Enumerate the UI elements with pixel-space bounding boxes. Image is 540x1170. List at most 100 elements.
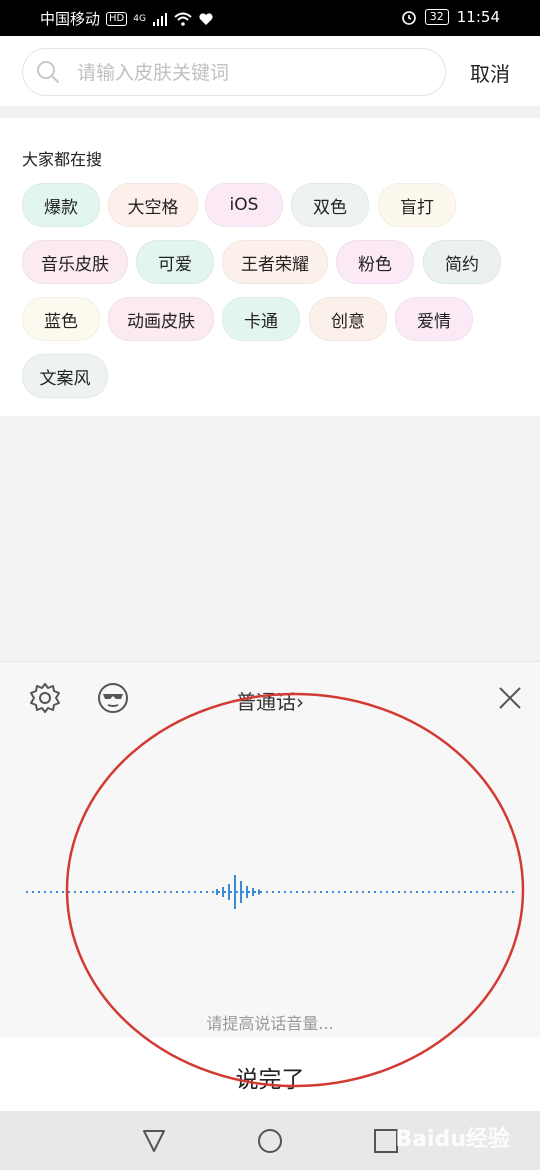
tag-wangzhe[interactable]: 王者荣耀 [222, 240, 328, 284]
waveform-dot [428, 891, 430, 893]
tag-shuangse[interactable]: 双色 [291, 183, 369, 227]
waveform-dot [452, 891, 454, 893]
tag-fense[interactable]: 粉色 [336, 240, 414, 284]
battery-indicator: 32 [424, 9, 449, 25]
waveform-dot [38, 891, 40, 893]
heart-icon [199, 12, 213, 25]
waveform-dot [224, 891, 226, 893]
waveform-dot [392, 891, 394, 893]
waveform-spike [234, 875, 236, 909]
waveform-dot [284, 891, 286, 893]
waveform-dot [128, 891, 130, 893]
tag-lanse[interactable]: 蓝色 [22, 297, 100, 341]
waveform-spike [222, 887, 224, 897]
waveform-dot [410, 891, 412, 893]
waveform-dot [140, 891, 142, 893]
waveform-spike [240, 881, 242, 903]
system-nav-bar: Baidu经验 [0, 1111, 540, 1170]
waveform-dot [302, 891, 304, 893]
waveform-dot [446, 891, 448, 893]
search-box[interactable] [22, 48, 446, 97]
waveform-dot [458, 891, 460, 893]
waveform-dot [254, 891, 256, 893]
status-bar: 中国移动 HD 4G 32 11:54 [0, 0, 540, 36]
waveform-dot [380, 891, 382, 893]
tag-katong[interactable]: 卡通 [222, 297, 300, 341]
close-icon[interactable] [492, 680, 528, 716]
waveform-dot [500, 891, 502, 893]
waveform-spike [228, 884, 230, 900]
waveform-dot [278, 891, 280, 893]
tag-animation-skin[interactable]: 动画皮肤 [108, 297, 214, 341]
waveform-dot [50, 891, 52, 893]
waveform-dot [194, 891, 196, 893]
tag-dakongge[interactable]: 大空格 [108, 183, 198, 227]
waveform-dot [464, 891, 466, 893]
tag-jianyue[interactable]: 简约 [423, 240, 501, 284]
waveform-dot [320, 891, 322, 893]
back-triangle-icon[interactable] [140, 1127, 168, 1155]
waveform-dot [248, 891, 250, 893]
voice-input-panel: 普通话› 请提高说话音量... 说完了 [0, 661, 540, 1112]
search-header: 取消 [0, 36, 540, 106]
waveform-dot [116, 891, 118, 893]
waveform-dot [314, 891, 316, 893]
waveform-dot [434, 891, 436, 893]
waveform-dot [230, 891, 232, 893]
waveform-dot [212, 891, 214, 893]
waveform-spike [258, 889, 260, 895]
waveform-dot [404, 891, 406, 893]
waveform-spike [246, 886, 248, 898]
tag-wenanfeng[interactable]: 文案风 [22, 354, 108, 398]
waveform-dot [236, 891, 238, 893]
waveform-dot [146, 891, 148, 893]
waveform-dot [350, 891, 352, 893]
waveform-dot [92, 891, 94, 893]
waveform-dot [32, 891, 34, 893]
baidu-watermark: Baidu经验 [395, 1127, 510, 1152]
tag-keai[interactable]: 可爱 [136, 240, 214, 284]
waveform-dot [164, 891, 166, 893]
tag-mangda[interactable]: 盲打 [378, 183, 456, 227]
waveform-dot [344, 891, 346, 893]
waveform-dot [242, 891, 244, 893]
tag-music-skin[interactable]: 音乐皮肤 [22, 240, 128, 284]
voice-waveform [26, 875, 514, 909]
tag-baokuan[interactable]: 爆款 [22, 183, 100, 227]
waveform-dot [332, 891, 334, 893]
tag-aiqing[interactable]: 爱情 [395, 297, 473, 341]
voice-toolbar: 普通话› [0, 662, 540, 734]
waveform-dot [122, 891, 124, 893]
alarm-icon [401, 11, 416, 25]
waveform-dot [488, 891, 490, 893]
waveform-dot [506, 891, 508, 893]
waveform-dot [206, 891, 208, 893]
clock: 11:54 [456, 8, 500, 26]
waveform-dot [398, 891, 400, 893]
waveform-dot [74, 891, 76, 893]
waveform-dot [26, 891, 28, 893]
cancel-button[interactable]: 取消 [470, 58, 510, 87]
waveform-dot [374, 891, 376, 893]
tag-chuangyi[interactable]: 创意 [309, 297, 387, 341]
hot-search-title: 大家都在搜 [22, 150, 103, 169]
waveform-dot [290, 891, 292, 893]
waveform-dot [470, 891, 472, 893]
waveform-dot [512, 891, 514, 893]
waveform-dot [62, 891, 64, 893]
waveform-dot [272, 891, 274, 893]
waveform-dot [422, 891, 424, 893]
waveform-dot [56, 891, 58, 893]
waveform-dot [170, 891, 172, 893]
wifi-icon [174, 12, 192, 26]
done-speaking-button[interactable]: 说完了 [0, 1060, 540, 1094]
hot-search-section: 大家都在搜 爆款 大空格 iOS 双色 盲打 音乐皮肤 可爱 王者荣耀 粉色 简… [0, 118, 540, 416]
waveform-spike [252, 888, 254, 896]
language-selector[interactable]: 普通话› [0, 686, 540, 715]
waveform-dot [494, 891, 496, 893]
tag-ios[interactable]: iOS [205, 183, 283, 227]
waveform-dot [476, 891, 478, 893]
home-circle-icon[interactable] [256, 1127, 284, 1155]
waveform-dot [266, 891, 268, 893]
search-input[interactable] [75, 49, 439, 97]
